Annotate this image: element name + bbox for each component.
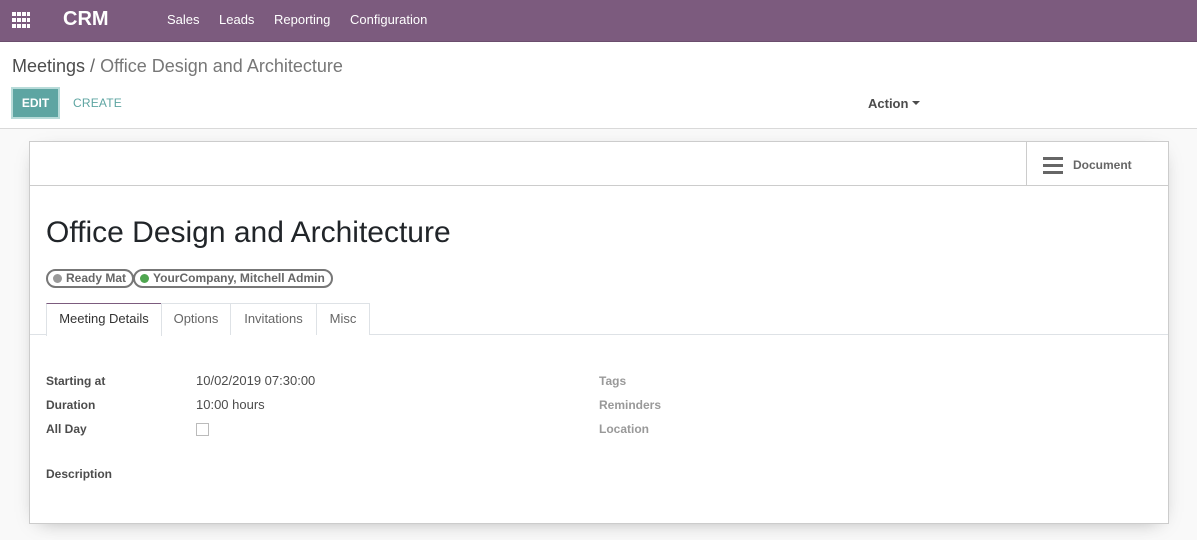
form-sheet: Document Office Design and Architecture …: [29, 141, 1169, 524]
action-dropdown[interactable]: Action: [868, 96, 921, 111]
all-day-checkbox[interactable]: [196, 423, 209, 436]
menu-item-configuration[interactable]: Configuration: [350, 12, 427, 27]
all-day-label: All Day: [46, 422, 87, 436]
breadcrumb: Meetings / Office Design and Architecture: [12, 56, 343, 77]
button-box: Document: [30, 142, 1168, 186]
app-brand[interactable]: CRM: [63, 8, 109, 31]
action-dropdown-label: Action: [868, 96, 909, 111]
tab-misc[interactable]: Misc: [316, 303, 370, 335]
document-button[interactable]: Document: [1026, 142, 1168, 186]
tags-label: Tags: [599, 374, 627, 388]
tag-label: Ready Mat: [66, 271, 127, 285]
apps-grid-icon[interactable]: [12, 12, 30, 28]
menu-item-leads[interactable]: Leads: [219, 12, 254, 27]
breadcrumb-meetings-link[interactable]: Meetings: [12, 56, 85, 76]
caret-down-icon: [912, 101, 921, 106]
starting-at-value: 10/02/2019 07:30:00: [196, 373, 316, 388]
control-panel: Meetings / Office Design and Architecture …: [0, 42, 1197, 129]
tag-yourcompany-mitchell-admin[interactable]: YourCompany, Mitchell Admin: [133, 269, 333, 288]
tag-color-dot: [53, 274, 62, 283]
tab-invitations[interactable]: Invitations: [230, 303, 317, 335]
tab-options[interactable]: Options: [161, 303, 231, 335]
bars-icon: [1043, 157, 1063, 174]
starting-at-label: Starting at: [46, 374, 106, 388]
breadcrumb-current: Office Design and Architecture: [100, 56, 343, 76]
edit-button[interactable]: EDIT: [11, 87, 60, 119]
tab-meeting-details[interactable]: Meeting Details: [46, 303, 162, 336]
record-title: Office Design and Architecture: [46, 216, 451, 249]
menu-item-sales[interactable]: Sales: [167, 12, 200, 27]
tag-ready-mat[interactable]: Ready Mat: [46, 269, 135, 288]
tag-color-dot: [140, 274, 149, 283]
duration-value: 10:00 hours: [196, 397, 265, 412]
location-label: Location: [599, 422, 649, 436]
create-button[interactable]: CREATE: [73, 96, 122, 110]
reminders-label: Reminders: [599, 398, 662, 412]
tag-label: YourCompany, Mitchell Admin: [153, 271, 325, 285]
menu-item-reporting[interactable]: Reporting: [274, 12, 330, 27]
top-navbar: CRM Sales Leads Reporting Configuration: [0, 0, 1197, 42]
breadcrumb-separator: /: [90, 56, 96, 76]
description-label: Description: [46, 467, 113, 481]
document-button-label: Document: [1073, 158, 1132, 172]
duration-label: Duration: [46, 398, 96, 412]
